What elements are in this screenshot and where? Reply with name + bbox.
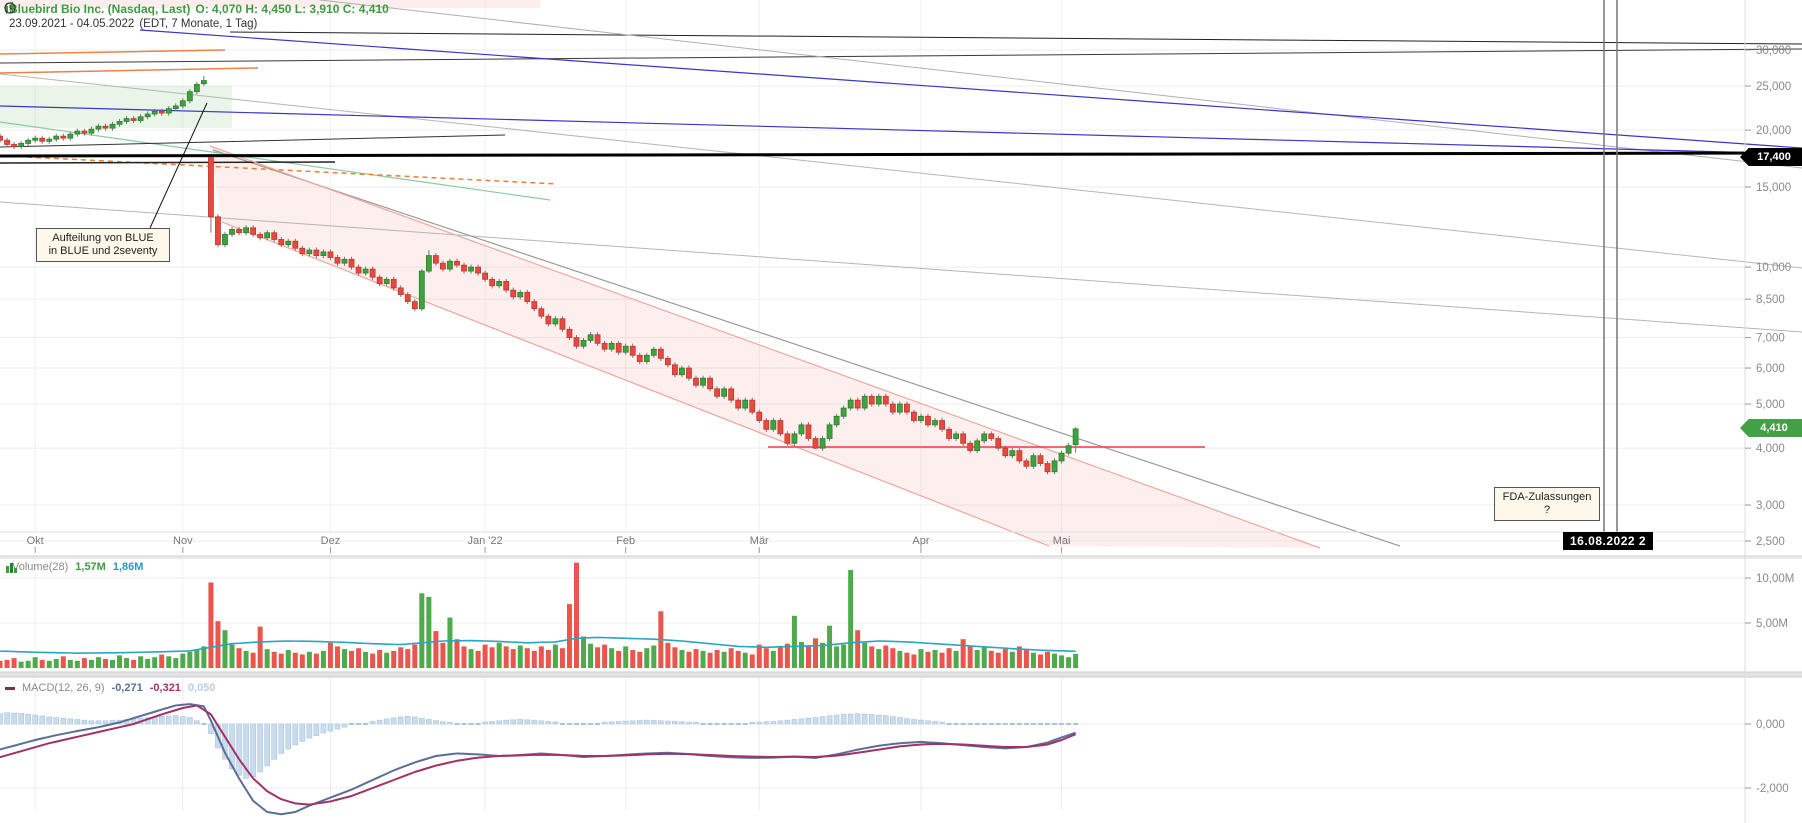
macd-legend: MACD(12, 26, 9) -0,271 -0,321 0,050 <box>5 682 215 694</box>
axis-tick-label: 0,000 <box>1756 719 1785 731</box>
axis-tick-label: 20,000 <box>1756 125 1791 137</box>
axis-tick-label: 25,000 <box>1756 81 1791 93</box>
ohlc-values: O: 4,070 H: 4,450 L: 3,910 C: 4,410 <box>195 2 388 16</box>
month-label: Apr <box>912 535 929 547</box>
axis-tick-label: 10,00M <box>1756 573 1794 585</box>
month-label: Nov <box>173 535 193 547</box>
axis-tick-label: 7,000 <box>1756 333 1785 345</box>
month-label: Jan '22 <box>468 535 503 547</box>
volume-indicator-label[interactable]: Volume(28) <box>12 561 68 573</box>
axis-tick-label: 10,000 <box>1756 262 1791 274</box>
macd-line-icon <box>5 687 15 690</box>
month-label: Mai <box>1053 535 1071 547</box>
month-label: Feb <box>616 535 635 547</box>
axis-tick-label: 15,000 <box>1756 182 1791 194</box>
month-label: Okt <box>27 535 44 547</box>
instrument-title: Bluebird Bio Inc. (Nasdaq, Last) <box>9 2 190 16</box>
volume-legend: Volume(28) 1,57M 1,86M <box>5 561 143 573</box>
last-price-tag: 4,410 <box>1740 419 1802 437</box>
macd-hist-value: 0,050 <box>188 682 216 694</box>
time-axis[interactable]: Okt Nov Dez Jan '22 Feb Mär Apr Mai <box>27 535 1071 553</box>
month-label: Dez <box>321 535 341 547</box>
split-annotation-note[interactable]: Aufteilung von BLUE in BLUE und 2seventy <box>36 228 170 262</box>
volume-ma-line <box>0 637 1076 653</box>
volume-current-value: 1,57M <box>75 561 106 573</box>
month-label: Mär <box>750 535 769 547</box>
volume-ma-value: 1,86M <box>113 561 144 573</box>
split-note-line1: Aufteilung von BLUE <box>41 232 165 245</box>
fda-annotation-note[interactable]: FDA-Zulassungen ? <box>1494 487 1600 521</box>
macd-indicator-label[interactable]: MACD(12, 26, 9) <box>22 682 105 694</box>
main-chart-canvas[interactable]: Okt Nov Dez Jan '22 Feb Mär Apr Mai 30,000 25,000… <box>0 0 1802 823</box>
split-note-line2: in BLUE und 2seventy <box>41 245 165 258</box>
drawing-fills <box>0 0 1320 548</box>
axis-tick-label: -2,000 <box>1756 783 1789 795</box>
axis-tick-label: 5,000 <box>1756 399 1785 411</box>
axis-tick-label: 3,000 <box>1756 500 1785 512</box>
axis-tick-label: 5,00M <box>1756 618 1788 630</box>
axis-tick-label: 4,000 <box>1756 443 1785 455</box>
axis-tick-label: 2,500 <box>1756 536 1785 548</box>
date-range: 23.09.2021 - 04.05.2022 <box>9 18 134 30</box>
axis-tick-label: 30,000 <box>1756 45 1791 57</box>
fda-note-line1: FDA-Zulassungen <box>1499 491 1595 504</box>
date-marker-label: 16.08.2022 2 <box>1563 532 1653 550</box>
axis-tick-label: 6,000 <box>1756 363 1785 375</box>
instrument-header: Bluebird Bio Inc. (Nasdaq, Last) O: 4,07… <box>4 2 389 30</box>
macd-value: -0,271 <box>112 682 143 694</box>
split-level-price-tag: 17,400 <box>1740 148 1802 166</box>
macd-signal-value: -0,321 <box>150 682 181 694</box>
fda-note-line2: ? <box>1499 504 1595 517</box>
timeframe-label: (EDT, 7 Monate, 1 Tag) <box>139 18 257 30</box>
chart-window: Okt Nov Dez Jan '22 Feb Mär Apr Mai 30,000 25,000… <box>0 0 1802 823</box>
axis-tick-label: 8,500 <box>1756 294 1785 306</box>
